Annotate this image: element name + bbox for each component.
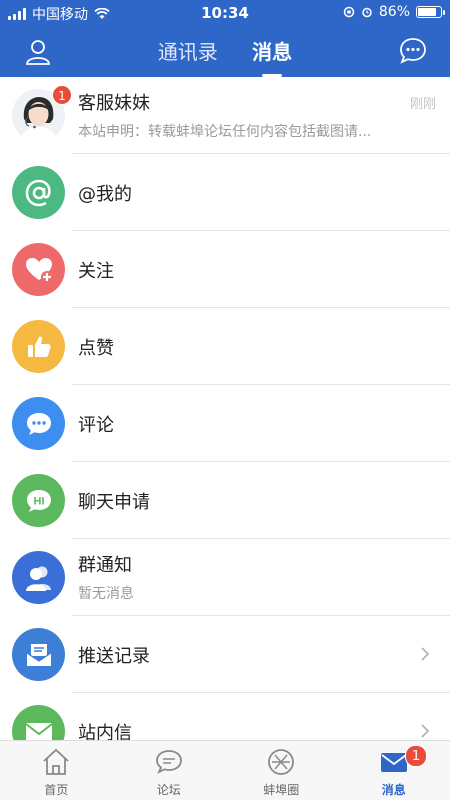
rotation-lock-icon [343, 6, 355, 18]
list-item-push-record[interactable]: 推送记录 [0, 616, 450, 693]
unread-badge: 1 [405, 745, 427, 767]
tab-circle[interactable]: 蚌埠圈 [225, 741, 338, 800]
list-item-customer-service[interactable]: 1 客服妹妹 本站申明：转载蚌埠论坛任何内容包括截图请... 刚刚 [0, 77, 450, 154]
tab-message[interactable]: 1 消息 [338, 741, 450, 800]
tab-forum[interactable]: 论坛 [113, 741, 226, 800]
list-item-site-mail[interactable]: 站内信 [0, 693, 450, 740]
tab-label: 论坛 [156, 783, 181, 797]
tab-contacts[interactable]: 通讯录 [144, 36, 232, 65]
tab-label: 蚌埠圈 [263, 783, 300, 797]
tab-messages[interactable]: 消息 [238, 36, 306, 77]
tab-home[interactable]: 首页 [0, 741, 113, 800]
message-icon [380, 753, 407, 772]
thumbs-up-icon [12, 320, 65, 373]
message-list: 1 客服妹妹 本站申明：转载蚌埠论坛任何内容包括截图请... 刚刚 @我的 关注 [0, 77, 450, 740]
list-item-group-notice[interactable]: 群通知 暂无消息 [0, 539, 450, 616]
unread-badge: 1 [52, 85, 72, 105]
item-title: 聊天申请 [78, 492, 150, 513]
svg-text:HI: HI [33, 495, 44, 507]
comment-icon [12, 397, 65, 450]
chat-bubble-icon[interactable] [398, 36, 428, 66]
list-item-comments[interactable]: 评论 [0, 385, 450, 462]
battery-icon [416, 6, 445, 18]
circle-icon [268, 749, 295, 775]
item-time: 刚刚 [409, 97, 436, 112]
status-bar: 中国移动 10:34 86% [0, 0, 450, 26]
nav-tabs: 通讯录 消息 [0, 36, 450, 77]
list-item-at-me[interactable]: @我的 [0, 154, 450, 231]
header: 中国移动 10:34 86% 通讯录 消息 [0, 0, 450, 77]
list-item-likes[interactable]: 点赞 [0, 308, 450, 385]
forum-icon [155, 750, 182, 774]
item-subtitle: 本站申明：转载蚌埠论坛任何内容包括截图请... [78, 124, 372, 140]
tab-label: 首页 [44, 783, 69, 797]
item-title: 客服妹妹 [78, 93, 150, 114]
item-title: 点赞 [78, 338, 114, 359]
mail-icon [12, 705, 65, 740]
push-record-icon [12, 628, 65, 681]
hi-chat-icon: HI [12, 474, 65, 527]
heart-plus-icon [12, 243, 65, 296]
item-title: 群通知 [78, 555, 132, 576]
chevron-right-icon [421, 647, 430, 661]
battery-percent: 86% [378, 4, 410, 20]
item-title: 推送记录 [78, 646, 150, 667]
item-subtitle: 暂无消息 [78, 586, 134, 602]
group-icon [12, 551, 65, 604]
item-title: @我的 [78, 184, 132, 205]
chevron-right-icon [421, 724, 430, 738]
alarm-icon [362, 7, 372, 18]
navbar: 通讯录 消息 [0, 26, 450, 77]
at-icon [12, 166, 65, 219]
tab-label: 消息 [381, 783, 406, 797]
list-item-chat-request[interactable]: HI 聊天申请 [0, 462, 450, 539]
item-title: 站内信 [78, 723, 132, 740]
bottom-tab-bar: 首页 论坛 蚌埠圈 1 消息 [0, 740, 450, 800]
item-title: 关注 [78, 261, 114, 282]
home-icon [43, 748, 69, 775]
list-item-follow[interactable]: 关注 [0, 231, 450, 308]
item-title: 评论 [78, 415, 114, 436]
